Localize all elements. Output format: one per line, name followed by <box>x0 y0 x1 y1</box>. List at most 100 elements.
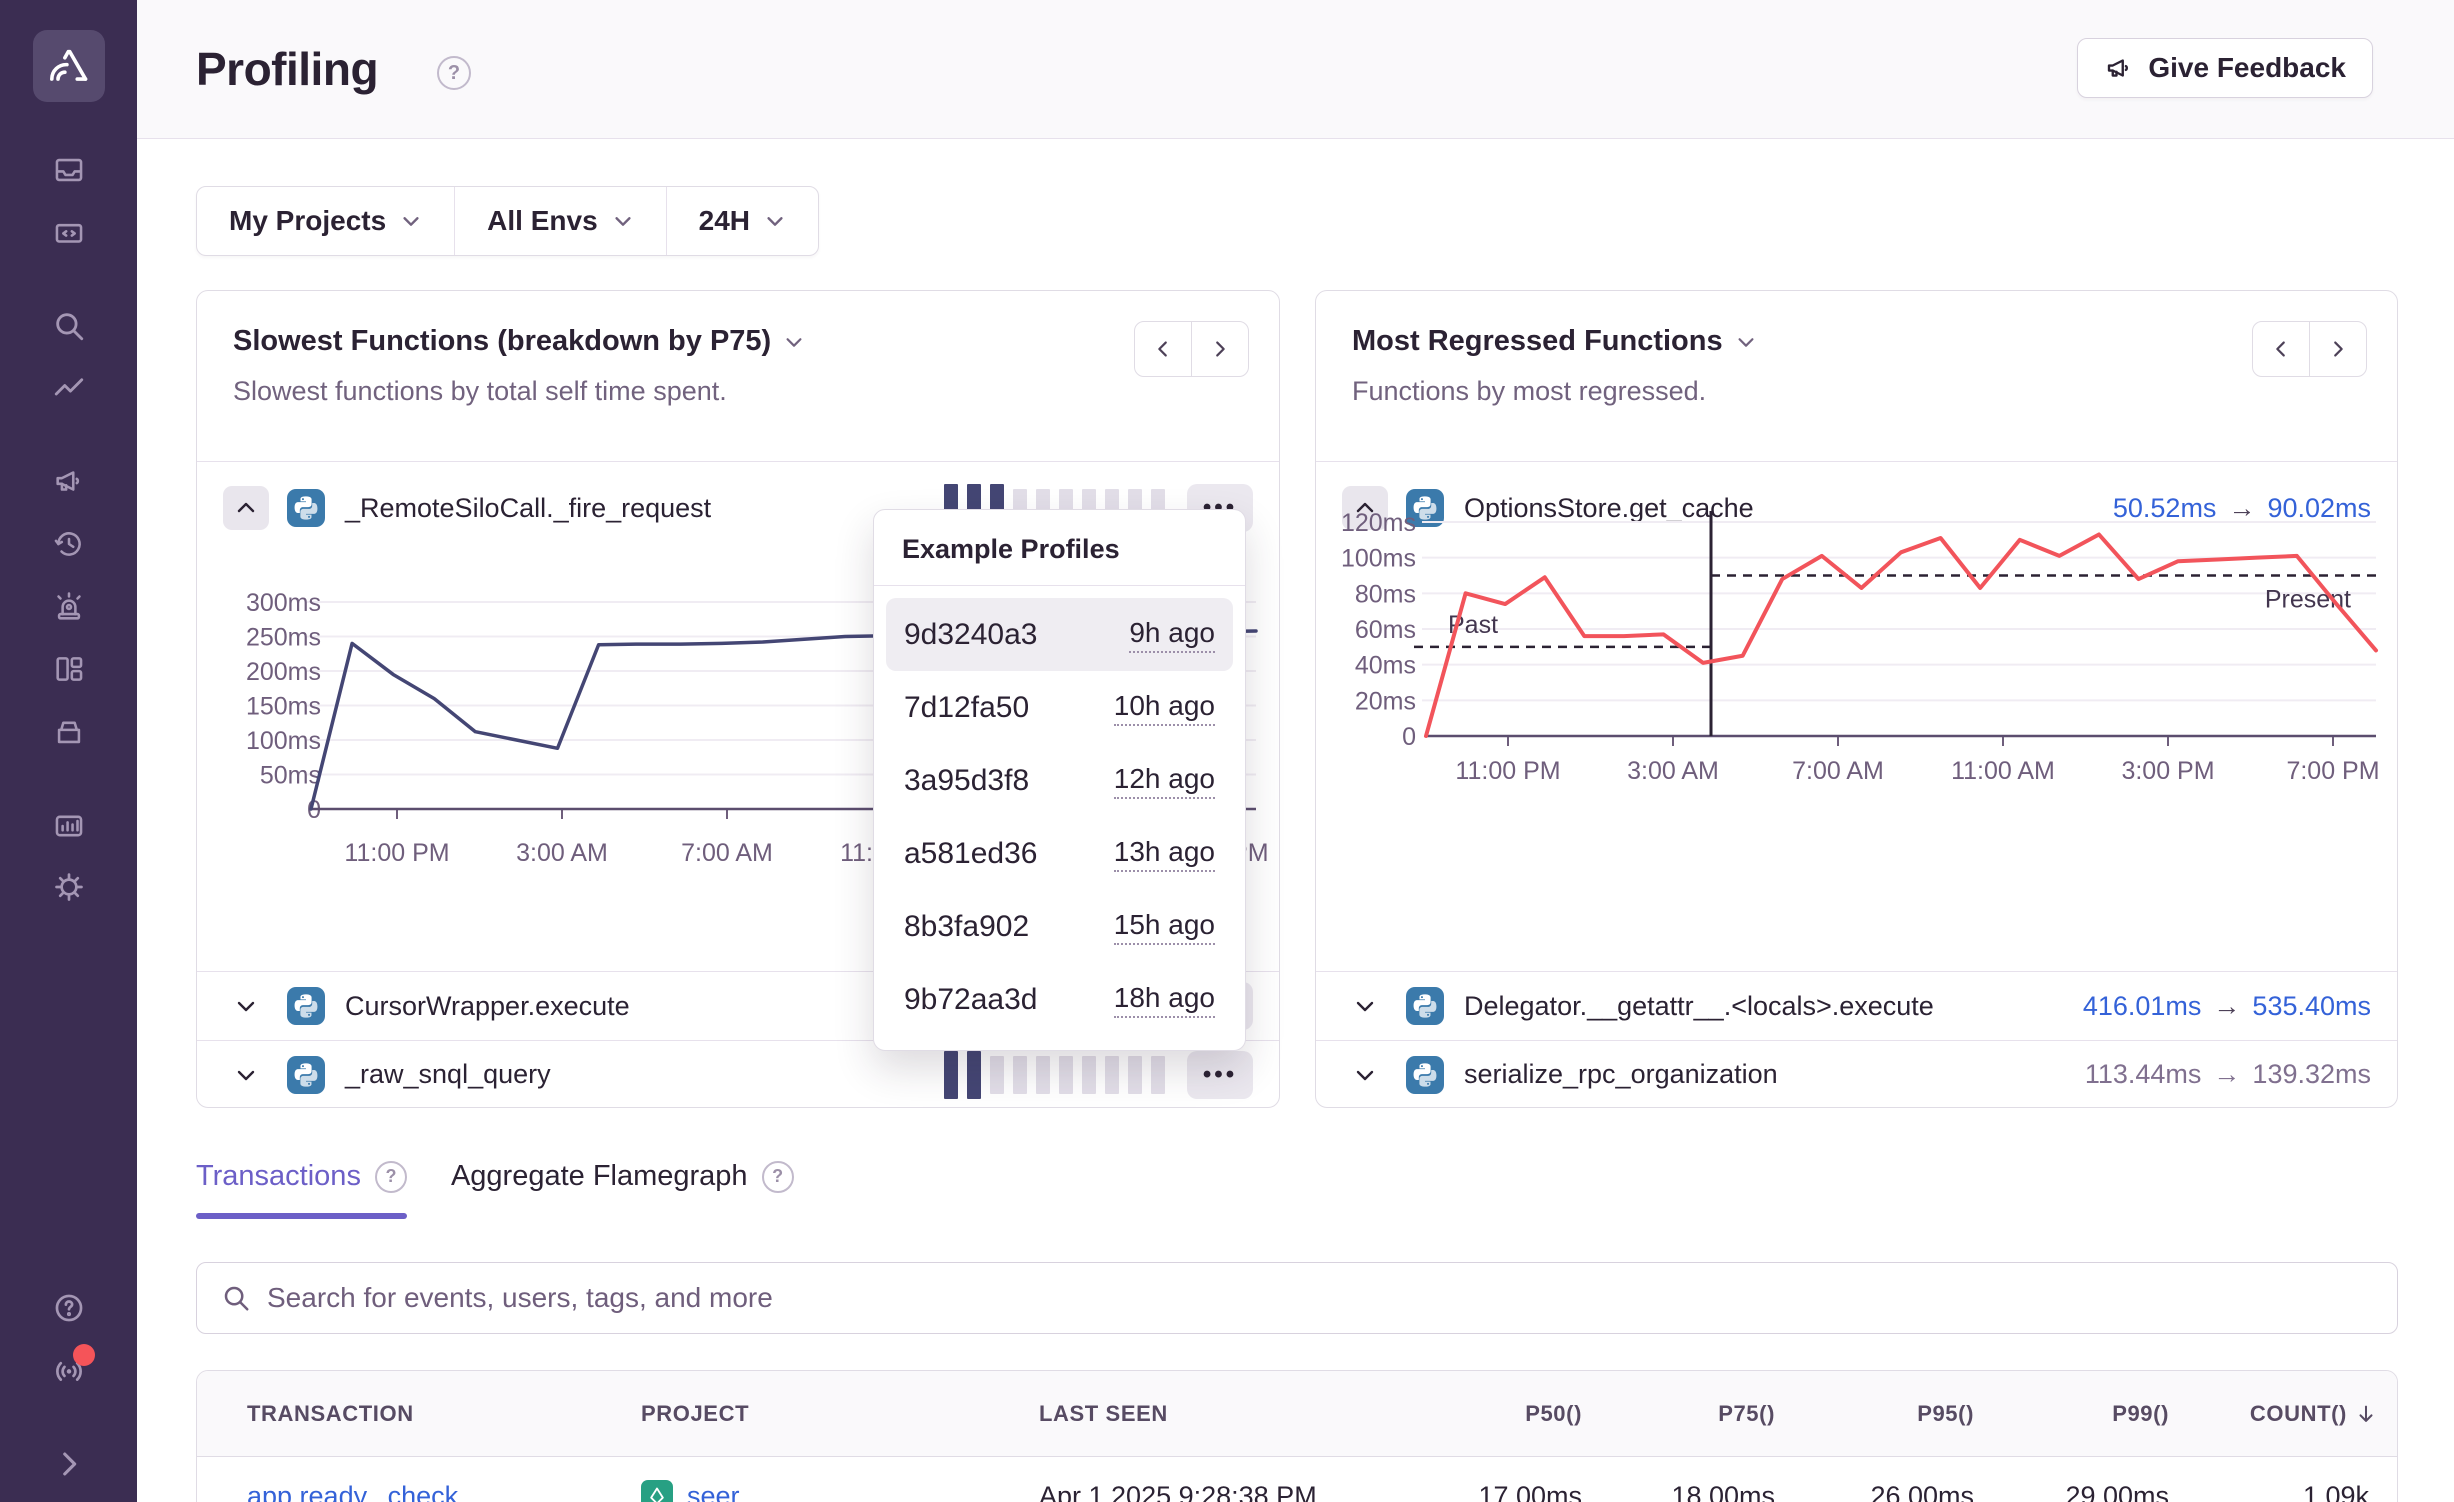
transaction-link[interactable]: app.ready._check <box>197 1481 641 1502</box>
before-value[interactable]: 113.44ms <box>2085 1059 2202 1090</box>
next-page-button[interactable] <box>2309 321 2367 377</box>
prev-page-button[interactable] <box>2252 321 2310 377</box>
table-row[interactable]: app.ready._check seer Apr 1 2025 9:28:38… <box>197 1457 2397 1502</box>
col-count-sorted[interactable]: COUNT() <box>2169 1401 2377 1427</box>
python-platform-icon <box>1406 1056 1444 1094</box>
col-p75[interactable]: P75() <box>1582 1401 1775 1427</box>
svg-text:3:00 PM: 3:00 PM <box>2121 757 2214 785</box>
prev-page-button[interactable] <box>1134 321 1192 377</box>
profile-id[interactable]: 7d12fa50 <box>904 691 1029 725</box>
expand-row-button[interactable] <box>1342 1053 1388 1097</box>
search-input[interactable] <box>267 1282 2373 1314</box>
flamegraph-help-icon[interactable]: ? <box>762 1161 794 1193</box>
transactions-help-icon[interactable]: ? <box>375 1161 407 1193</box>
after-value[interactable]: 535.40ms <box>2252 991 2371 1022</box>
collapse-row-button[interactable] <box>223 486 269 530</box>
search-icon[interactable] <box>51 308 87 344</box>
releases-icon[interactable] <box>51 714 87 750</box>
help-icon[interactable] <box>51 1290 87 1326</box>
filter-bar: My Projects All Envs 24H <box>196 186 819 256</box>
svg-text:7:00 PM: 7:00 PM <box>2286 757 2379 785</box>
function-name[interactable]: Delegator.__getattr__.<locals>.execute <box>1464 991 1934 1022</box>
profile-id[interactable]: 8b3fa902 <box>904 910 1029 944</box>
col-p95[interactable]: P95() <box>1775 1401 1974 1427</box>
seer-project-icon <box>641 1480 673 1502</box>
function-name[interactable]: CursorWrapper.execute <box>345 991 630 1022</box>
expand-sidebar-icon[interactable] <box>51 1446 87 1482</box>
function-sparkline <box>944 1051 1165 1099</box>
expand-row-button[interactable] <box>223 984 269 1028</box>
most-regressed-panel: Most Regressed Functions Functions by mo… <box>1315 290 2398 1108</box>
svg-text:0: 0 <box>1402 723 1416 751</box>
p99-value: 29.00ms <box>1974 1481 2169 1502</box>
after-value[interactable]: 139.32ms <box>2252 1059 2371 1090</box>
active-tab-underline <box>196 1213 407 1219</box>
expand-row-button[interactable] <box>223 1053 269 1097</box>
regressed-pagination <box>2252 321 2367 377</box>
svg-text:60ms: 60ms <box>1355 616 1416 644</box>
col-transaction[interactable]: TRANSACTION <box>197 1401 641 1427</box>
replays-history-icon[interactable] <box>51 526 87 562</box>
next-page-button[interactable] <box>1191 321 1249 377</box>
profile-id[interactable]: 3a95d3f8 <box>904 764 1029 798</box>
profile-item[interactable]: 9d3240a3 9h ago <box>886 598 1233 671</box>
project-filter[interactable]: My Projects <box>197 187 454 255</box>
project-link[interactable]: seer <box>687 1481 740 1502</box>
feedback-megaphone-icon[interactable] <box>51 463 87 499</box>
col-last-seen[interactable]: LAST SEEN <box>1039 1401 1387 1427</box>
function-row: _raw_snql_query ••• <box>197 1041 1279 1108</box>
slowest-functions-title-dropdown[interactable]: Slowest Functions (breakdown by P75) <box>233 325 1243 358</box>
profile-age-link[interactable]: 10h ago <box>1114 690 1215 726</box>
example-profiles-popup: Example Profiles 9d3240a3 9h ago 7d12fa5… <box>873 509 1246 1051</box>
stats-icon[interactable] <box>51 808 87 844</box>
profile-age-link[interactable]: 15h ago <box>1114 909 1215 945</box>
environment-filter-label: All Envs <box>487 205 597 237</box>
page-help-icon[interactable]: ? <box>437 56 471 90</box>
profile-age-link[interactable]: 13h ago <box>1114 836 1215 872</box>
settings-gear-icon[interactable] <box>51 869 87 905</box>
function-name[interactable]: _RemoteSiloCall._fire_request <box>345 493 711 524</box>
expand-row-button[interactable] <box>1342 984 1388 1028</box>
profile-age-link[interactable]: 12h ago <box>1114 763 1215 799</box>
give-feedback-button[interactable]: Give Feedback <box>2077 38 2373 98</box>
tab-transactions[interactable]: Transactions ? <box>196 1160 407 1219</box>
row-actions-button[interactable]: ••• <box>1187 1051 1253 1099</box>
svg-text:100ms: 100ms <box>1341 545 1416 573</box>
popup-title: Example Profiles <box>874 510 1245 586</box>
profile-id[interactable]: 9b72aa3d <box>904 983 1037 1017</box>
environment-filter[interactable]: All Envs <box>454 187 665 255</box>
profile-item[interactable]: 9b72aa3d 18h ago <box>886 963 1233 1036</box>
function-name[interactable]: _raw_snql_query <box>345 1059 551 1090</box>
col-p99[interactable]: P99() <box>1974 1401 2169 1427</box>
col-project[interactable]: PROJECT <box>641 1401 1039 1427</box>
svg-text:80ms: 80ms <box>1355 580 1416 608</box>
sentry-logo[interactable] <box>33 30 105 102</box>
svg-text:150ms: 150ms <box>246 693 321 721</box>
profile-age-link[interactable]: 18h ago <box>1114 982 1215 1018</box>
whats-new-broadcast-icon[interactable] <box>51 1352 87 1388</box>
profile-item[interactable]: 7d12fa50 10h ago <box>886 671 1233 744</box>
issues-icon[interactable] <box>51 152 87 188</box>
profile-id[interactable]: 9d3240a3 <box>904 618 1037 652</box>
profile-id[interactable]: a581ed36 <box>904 837 1037 871</box>
function-name[interactable]: serialize_rpc_organization <box>1464 1059 1778 1090</box>
col-p50[interactable]: P50() <box>1387 1401 1582 1427</box>
project-cell[interactable]: seer <box>641 1480 1039 1502</box>
svg-text:40ms: 40ms <box>1355 652 1416 680</box>
tab-aggregate-flamegraph[interactable]: Aggregate Flamegraph ? <box>451 1160 794 1219</box>
projects-code-icon[interactable] <box>51 215 87 251</box>
table-header-row: TRANSACTION PROJECT LAST SEEN P50() P75(… <box>197 1371 2397 1457</box>
search-bar[interactable] <box>196 1262 2398 1334</box>
regression-delta: 113.44ms → 139.32ms <box>2085 1059 2371 1090</box>
python-platform-icon <box>287 987 325 1025</box>
date-range-filter[interactable]: 24H <box>666 187 818 255</box>
profile-item[interactable]: a581ed36 13h ago <box>886 817 1233 890</box>
alerts-siren-icon[interactable] <box>51 589 87 625</box>
dashboards-icon[interactable] <box>51 651 87 687</box>
profile-item[interactable]: 8b3fa902 15h ago <box>886 890 1233 963</box>
profile-age-link[interactable]: 9h ago <box>1129 617 1215 653</box>
profile-item[interactable]: 3a95d3f8 12h ago <box>886 744 1233 817</box>
performance-icon[interactable] <box>51 371 87 407</box>
before-value[interactable]: 416.01ms <box>2083 991 2202 1022</box>
most-regressed-title-dropdown[interactable]: Most Regressed Functions <box>1352 325 2361 358</box>
